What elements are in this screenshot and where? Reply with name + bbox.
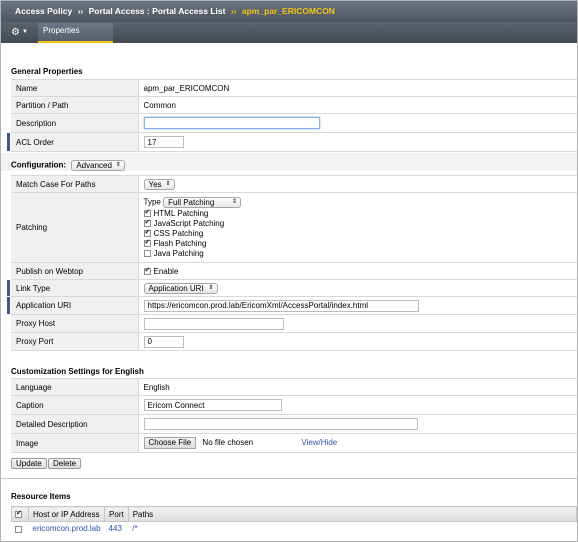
proxy-host-label: Proxy Host [11, 314, 139, 333]
flash-patching-label: Flash Patching [153, 238, 207, 248]
row-checkbox[interactable] [14, 525, 22, 533]
chevron-down-icon: ▼ [21, 29, 28, 35]
breadcrumb-separator: ›› [77, 6, 84, 16]
proxy-port-field[interactable] [143, 335, 184, 348]
acl-order-label: ACL Order [7, 132, 139, 152]
caption-field[interactable] [143, 399, 282, 411]
description-field[interactable] [143, 117, 320, 129]
javascript-patching-label: JavaScript Patching [153, 218, 225, 228]
column-paths[interactable]: Paths [127, 506, 578, 522]
description-label: Description [11, 113, 139, 133]
select-arrows-icon: ⇕ [208, 284, 214, 291]
language-label: Language [11, 378, 139, 396]
resource-items-table: Host or IP Address Port Paths ericomcon.… [11, 506, 578, 536]
acl-order-field[interactable] [143, 136, 184, 148]
java-patching-checkbox[interactable] [143, 249, 151, 257]
publish-webtop-checkbox[interactable] [143, 267, 151, 275]
no-file-chosen-text: No file chosen [202, 438, 254, 448]
html-patching-label: HTML Patching [153, 208, 209, 218]
patching-type-label: Type [143, 197, 161, 207]
breadcrumb-current: apm_par_ERICOMCON [241, 6, 335, 16]
breadcrumb: Access Policy ›› Portal Access : Portal … [1, 1, 577, 22]
configuration-table: Match Case For Paths Yes ⇕ Patching Type … [7, 175, 577, 351]
settings-menu-button[interactable]: ⚙ ▼ [11, 24, 35, 41]
partition-value: Common [138, 96, 577, 114]
tab-properties[interactable]: Properties [38, 23, 113, 43]
css-patching-checkbox[interactable] [143, 229, 151, 237]
gear-icon: ⚙ [11, 27, 20, 39]
publish-enable-label: Enable [153, 266, 179, 276]
application-uri-field[interactable] [143, 299, 419, 312]
publish-webtop-label: Publish on Webtop [11, 262, 139, 280]
proxy-host-field[interactable] [143, 317, 284, 330]
configuration-mode-select[interactable]: Advanced ⇕ [71, 160, 125, 171]
breadcrumb-separator: ›› [230, 6, 237, 16]
breadcrumb-item-access-policy[interactable]: Access Policy [15, 6, 72, 16]
delete-button[interactable]: Delete [48, 458, 82, 469]
match-case-select[interactable]: Yes ⇕ [143, 178, 175, 190]
section-divider [1, 478, 577, 479]
link-type-select[interactable]: Application URI ⇕ [143, 282, 218, 294]
patching-type-select[interactable]: Full Patching ⇕ [163, 196, 242, 208]
css-patching-label: CSS Patching [153, 228, 204, 238]
customization-table: Language English Caption Detailed Descri… [11, 378, 577, 453]
resource-items-title: Resource Items [11, 492, 71, 501]
flash-patching-checkbox[interactable] [143, 239, 151, 247]
javascript-patching-checkbox[interactable] [143, 219, 151, 227]
choose-file-button[interactable]: Choose File [143, 437, 197, 449]
table-row: ericomcon.prod.lab 443 /* [11, 521, 577, 536]
image-label: Image [11, 433, 139, 453]
update-button[interactable]: Update [11, 458, 47, 469]
name-value: apm_par_ERICOMCON [138, 79, 577, 97]
select-all-checkbox[interactable] [15, 510, 22, 518]
resource-host-link[interactable]: ericomcon.prod.lab [28, 521, 105, 536]
html-patching-checkbox[interactable] [143, 209, 151, 217]
match-case-label: Match Case For Paths [11, 175, 139, 193]
proxy-port-label: Proxy Port [11, 332, 139, 351]
general-properties-title: General Properties [11, 67, 83, 76]
general-properties-table: Name apm_par_ERICOMCON Partition / Path … [7, 79, 577, 152]
detailed-description-field[interactable] [143, 418, 418, 430]
java-patching-label: Java Patching [153, 248, 204, 258]
resource-port: 443 [104, 521, 129, 536]
customization-title: Customization Settings for English [11, 367, 144, 376]
detailed-description-label: Detailed Description [11, 414, 139, 434]
resource-paths: /* [128, 521, 577, 536]
column-port[interactable]: Port [104, 506, 129, 522]
language-value: English [138, 378, 577, 396]
view-hide-link[interactable]: View/Hide [301, 438, 337, 447]
application-uri-label: Application URI [7, 296, 139, 315]
configuration-title: Configuration: Advanced ⇕ [11, 160, 125, 171]
patching-label: Patching [11, 192, 139, 263]
select-arrows-icon: ⇕ [165, 180, 171, 187]
column-host[interactable]: Host or IP Address [27, 506, 106, 522]
partition-label: Partition / Path [11, 96, 139, 114]
breadcrumb-item-portal-access[interactable]: Portal Access : Portal Access List [89, 6, 226, 16]
name-label: Name [11, 79, 139, 97]
select-arrows-icon: ⇕ [115, 162, 121, 168]
link-type-label: Link Type [7, 279, 139, 297]
caption-label: Caption [11, 395, 139, 415]
tab-bar: ⚙ ▼ Properties [1, 22, 577, 43]
select-arrows-icon: ⇕ [232, 198, 238, 205]
